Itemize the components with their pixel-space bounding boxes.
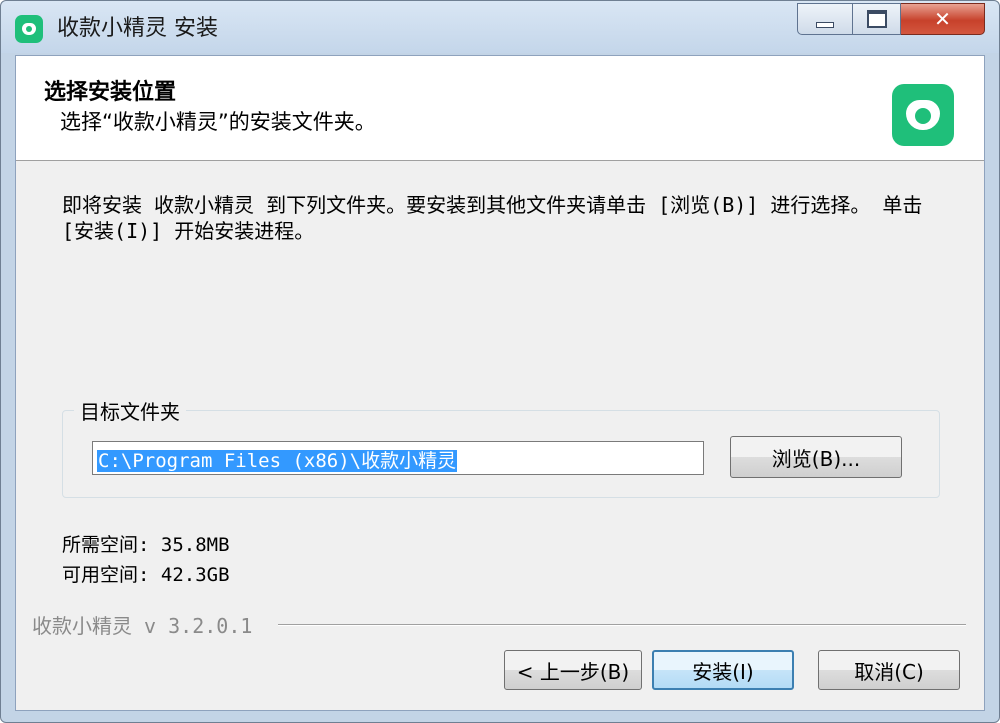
window-title: 收款小精灵 安装: [57, 16, 218, 41]
page-subtitle: 选择“收款小精灵”的安装文件夹。: [60, 110, 376, 134]
minimize-button[interactable]: [797, 3, 853, 35]
back-button[interactable]: < 上一步(B): [504, 650, 642, 690]
maximize-icon: [866, 10, 887, 28]
maximize-button[interactable]: [853, 3, 901, 35]
install-description: 即将安装 收款小精灵 到下列文件夹。要安装到其他文件夹请单击 [浏览(B)] 进…: [62, 193, 923, 243]
available-space: 可用空间: 42.3GB: [62, 564, 230, 586]
app-logo-icon: [15, 15, 43, 43]
version-label: 收款小精灵 v 3.2.0.1: [32, 614, 253, 638]
installer-content: 选择安装位置 选择“收款小精灵”的安装文件夹。 即将安装 收款小精灵 到下列文件…: [15, 55, 985, 711]
window-controls: ✕: [797, 3, 985, 37]
installer-window: 收款小精灵 安装 ✕ 选择安装位置 选择“收款小精灵”的安装文件夹。 即将安装 …: [0, 0, 1000, 723]
minimize-icon: [816, 22, 834, 28]
target-folder-label: 目标文件夹: [74, 396, 186, 425]
title-bar[interactable]: 收款小精灵 安装 ✕: [1, 1, 999, 53]
install-button[interactable]: 安装(I): [652, 650, 794, 690]
page-title: 选择安装位置: [44, 80, 177, 105]
page-header: 选择安装位置 选择“收款小精灵”的安装文件夹。: [16, 56, 984, 161]
close-icon: ✕: [934, 7, 951, 31]
footer-divider: [278, 624, 966, 626]
install-path-input[interactable]: C:\Program Files (x86)\收款小精灵: [92, 441, 704, 475]
close-button[interactable]: ✕: [901, 3, 985, 35]
browse-button[interactable]: 浏览(B)...: [730, 436, 902, 478]
cancel-button[interactable]: 取消(C): [818, 650, 960, 690]
app-logo-icon: [892, 84, 954, 146]
required-space: 所需空间: 35.8MB: [62, 534, 230, 556]
install-path-value: C:\Program Files (x86)\收款小精灵: [97, 450, 458, 472]
